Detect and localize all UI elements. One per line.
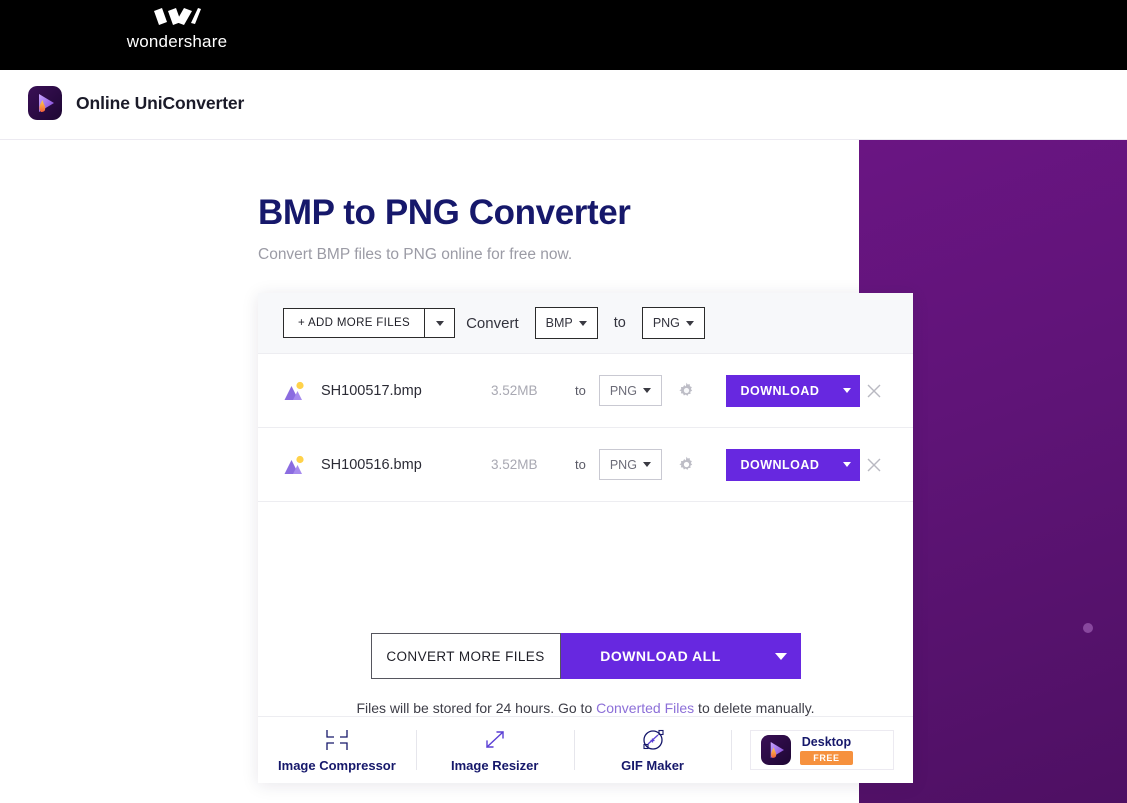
- to-label: to: [613, 315, 626, 331]
- download-button[interactable]: DOWNLOAD: [725, 374, 834, 407]
- image-file-icon: [284, 455, 304, 474]
- download-dropdown-button[interactable]: [833, 374, 860, 407]
- card-toolbar: + ADD MORE FILES Convert BMP to PNG: [258, 293, 913, 354]
- image-file-icon: [284, 381, 304, 400]
- wondershare-logo[interactable]: wondershare: [125, 8, 229, 64]
- chevron-down-icon: [642, 462, 651, 467]
- remove-file-button[interactable]: [863, 454, 885, 476]
- tool-image-resizer[interactable]: Image Resizer: [415, 717, 574, 784]
- wondershare-brand-bar: wondershare: [0, 0, 1127, 70]
- file-size: 3.52MB: [491, 457, 538, 472]
- chevron-down-icon: [642, 388, 651, 393]
- download-button[interactable]: DOWNLOAD: [725, 448, 834, 481]
- storage-note-prefix: Files will be stored for 24 hours. Go to: [356, 700, 597, 716]
- status-badge: FREE: [800, 751, 853, 765]
- chevron-down-icon: [842, 388, 851, 393]
- card-footer-tools: Image Compressor Image Resizer GIF Maker…: [258, 716, 913, 783]
- product-title: Online UniConverter: [76, 92, 245, 113]
- desktop-promo-text: Desktop FREE: [800, 735, 853, 765]
- uniconverter-play-flame-icon: [761, 735, 792, 765]
- compress-corners-icon: [326, 729, 348, 750]
- target-format-select[interactable]: PNG: [641, 307, 705, 339]
- table-row: SH100517.bmp 3.52MB to PNG DOWNLOAD: [258, 354, 913, 428]
- file-size: 3.52MB: [491, 383, 538, 398]
- convert-label: Convert: [466, 314, 519, 332]
- tool-label: Image Compressor: [278, 757, 396, 773]
- add-more-files-button[interactable]: + ADD MORE FILES: [283, 308, 426, 338]
- row-to-label: to: [575, 383, 586, 398]
- target-format-value: PNG: [652, 316, 680, 330]
- close-icon: [867, 458, 881, 471]
- card-actions: CONVERT MORE FILES DOWNLOAD ALL: [258, 633, 913, 679]
- add-files-group: + ADD MORE FILES: [283, 308, 456, 338]
- source-format-select[interactable]: BMP: [534, 307, 598, 339]
- row-format-value: PNG: [609, 383, 637, 398]
- chevron-down-icon: [774, 652, 787, 660]
- remove-file-button[interactable]: [863, 380, 885, 402]
- download-dropdown-button[interactable]: [833, 448, 860, 481]
- download-all-button[interactable]: DOWNLOAD ALL: [560, 633, 761, 679]
- chevron-down-icon: [685, 320, 694, 326]
- close-icon: [867, 384, 881, 397]
- storage-note: Files will be stored for 24 hours. Go to…: [258, 700, 913, 716]
- desktop-promo-button[interactable]: Desktop FREE: [750, 730, 895, 770]
- source-format-value: BMP: [545, 316, 573, 330]
- resize-diagonal-arrows-icon: [486, 730, 504, 748]
- gif-maker-icon: [642, 729, 664, 750]
- add-more-files-dropdown-button[interactable]: [425, 308, 456, 338]
- wondershare-w-mark-icon: [154, 8, 201, 25]
- file-name: SH100516.bmp: [321, 456, 422, 473]
- gear-icon[interactable]: [678, 382, 695, 399]
- chevron-down-icon: [435, 320, 444, 326]
- product-brand-link[interactable]: Online UniConverter: [28, 86, 244, 120]
- row-format-select[interactable]: PNG: [598, 375, 662, 406]
- tool-label: Image Resizer: [451, 757, 539, 773]
- page-root: wondershare Online UniConverter BMP to P…: [0, 0, 1127, 803]
- download-all-dropdown-button[interactable]: [760, 633, 801, 679]
- tool-image-compressor[interactable]: Image Compressor: [258, 717, 416, 784]
- gear-icon[interactable]: [678, 456, 695, 473]
- convert-more-files-button[interactable]: CONVERT MORE FILES: [370, 633, 561, 679]
- storage-note-suffix: to delete manually.: [694, 700, 815, 716]
- row-format-select[interactable]: PNG: [598, 449, 662, 480]
- row-format-value: PNG: [609, 457, 637, 472]
- page-title: BMP to PNG Converter: [258, 193, 631, 232]
- chevron-down-icon: [578, 320, 587, 326]
- chevron-down-icon: [842, 462, 851, 467]
- file-name: SH100517.bmp: [321, 382, 422, 399]
- table-row: SH100516.bmp 3.52MB to PNG DOWNLOAD: [258, 428, 913, 502]
- converted-files-link[interactable]: Converted Files: [596, 700, 694, 716]
- desktop-promo-title: Desktop: [801, 735, 852, 749]
- wondershare-wordmark: wondershare: [126, 32, 228, 51]
- desktop-promo-cell: Desktop FREE: [731, 717, 913, 784]
- uniconverter-play-flame-icon: [28, 86, 62, 120]
- tool-label: GIF Maker: [621, 757, 684, 773]
- tool-gif-maker[interactable]: GIF Maker: [573, 717, 732, 784]
- page-subtitle: Convert BMP files to PNG online for free…: [258, 246, 573, 263]
- row-to-label: to: [575, 457, 586, 472]
- hero-section: BMP to PNG Converter Convert BMP files t…: [258, 190, 898, 264]
- converter-card: + ADD MORE FILES Convert BMP to PNG SH10…: [258, 293, 913, 783]
